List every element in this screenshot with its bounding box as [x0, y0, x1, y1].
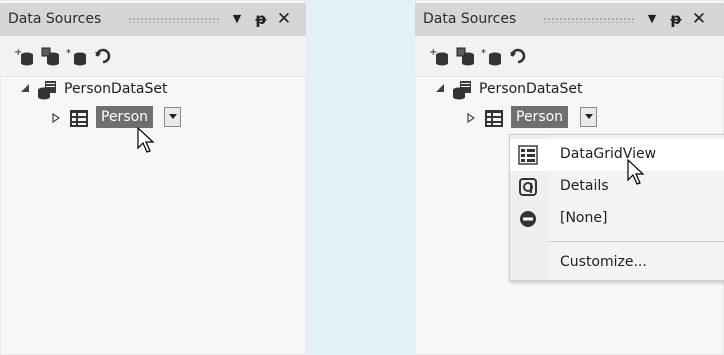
data-sources-panel-left: Data Sources ▼ ᵽ ✕ + * PersonDataSet Per…: [0, 0, 306, 355]
menu-item-label: Details: [560, 178, 609, 194]
collapse-arrow-icon[interactable]: [20, 83, 30, 93]
menu-item-datagridview[interactable]: DataGridView: [510, 139, 724, 171]
menu-item-label: Customize...: [560, 254, 647, 270]
chevron-down-icon: [168, 114, 177, 119]
configure-dataset-icon[interactable]: *: [481, 46, 503, 66]
drag-grip[interactable]: [128, 17, 220, 23]
refresh-icon[interactable]: [92, 46, 114, 66]
mouse-pointer-icon: [137, 127, 155, 153]
panel-titlebar[interactable]: Data Sources ▼ ᵽ ✕: [0, 3, 306, 36]
expand-arrow-icon[interactable]: [467, 113, 475, 123]
svg-text:*: *: [66, 48, 71, 59]
dropdown-arrow-icon[interactable]: ▼: [228, 9, 246, 29]
data-sources-tree: PersonDataSet Person: [0, 78, 306, 355]
edit-dataset-designer-icon[interactable]: [40, 46, 62, 66]
panel-toolbar: + *: [415, 36, 724, 77]
control-type-dropdown-button[interactable]: [164, 107, 181, 127]
datatable-icon: [485, 110, 503, 127]
data-sources-panel-right: Data Sources ▼ ᵽ ✕ + * PersonDataSet Per…: [415, 0, 724, 355]
refresh-icon[interactable]: [507, 46, 529, 66]
menu-item-customize[interactable]: Customize...: [510, 247, 724, 279]
control-type-dropdown-button[interactable]: [580, 107, 597, 127]
selected-node-label[interactable]: Person: [96, 106, 154, 128]
edit-dataset-designer-icon[interactable]: [455, 46, 477, 66]
menu-item-details[interactable]: Details: [510, 171, 724, 203]
close-icon[interactable]: ✕: [690, 9, 708, 29]
drag-grip[interactable]: [543, 17, 635, 23]
panel-title: Data Sources: [8, 11, 102, 27]
pin-icon[interactable]: ᵽ: [667, 9, 685, 29]
collapse-arrow-icon[interactable]: [435, 83, 445, 93]
none-icon: [520, 211, 536, 227]
tree-node-label: PersonDataSet: [479, 81, 583, 97]
pin-icon[interactable]: ᵽ: [252, 9, 270, 29]
tree-node-label: PersonDataSet: [64, 81, 168, 97]
svg-text:*: *: [481, 48, 486, 59]
panel-titlebar[interactable]: Data Sources ▼ ᵽ ✕: [415, 3, 724, 36]
expand-arrow-icon[interactable]: [52, 113, 60, 123]
selected-node-label[interactable]: Person: [511, 106, 569, 128]
menu-item-none[interactable]: [None]: [510, 203, 724, 235]
control-type-context-menu: DataGridView Details [None] Customize...: [509, 134, 724, 281]
close-icon[interactable]: ✕: [275, 9, 293, 29]
add-data-source-icon[interactable]: +: [429, 46, 451, 66]
chevron-down-icon: [584, 114, 593, 119]
dataset-icon: [38, 81, 56, 100]
dataset-icon: [453, 81, 471, 100]
panel-title: Data Sources: [423, 11, 517, 27]
datagrid-icon: [518, 145, 538, 165]
dropdown-arrow-icon[interactable]: ▼: [643, 9, 661, 29]
panel-toolbar: + *: [0, 36, 306, 77]
datatable-icon: [70, 110, 88, 127]
menu-separator: [548, 241, 724, 242]
configure-dataset-icon[interactable]: *: [66, 46, 88, 66]
menu-item-label: [None]: [560, 210, 608, 226]
details-icon: [519, 178, 537, 196]
mouse-pointer-icon: [627, 159, 645, 185]
add-data-source-icon[interactable]: +: [14, 46, 36, 66]
